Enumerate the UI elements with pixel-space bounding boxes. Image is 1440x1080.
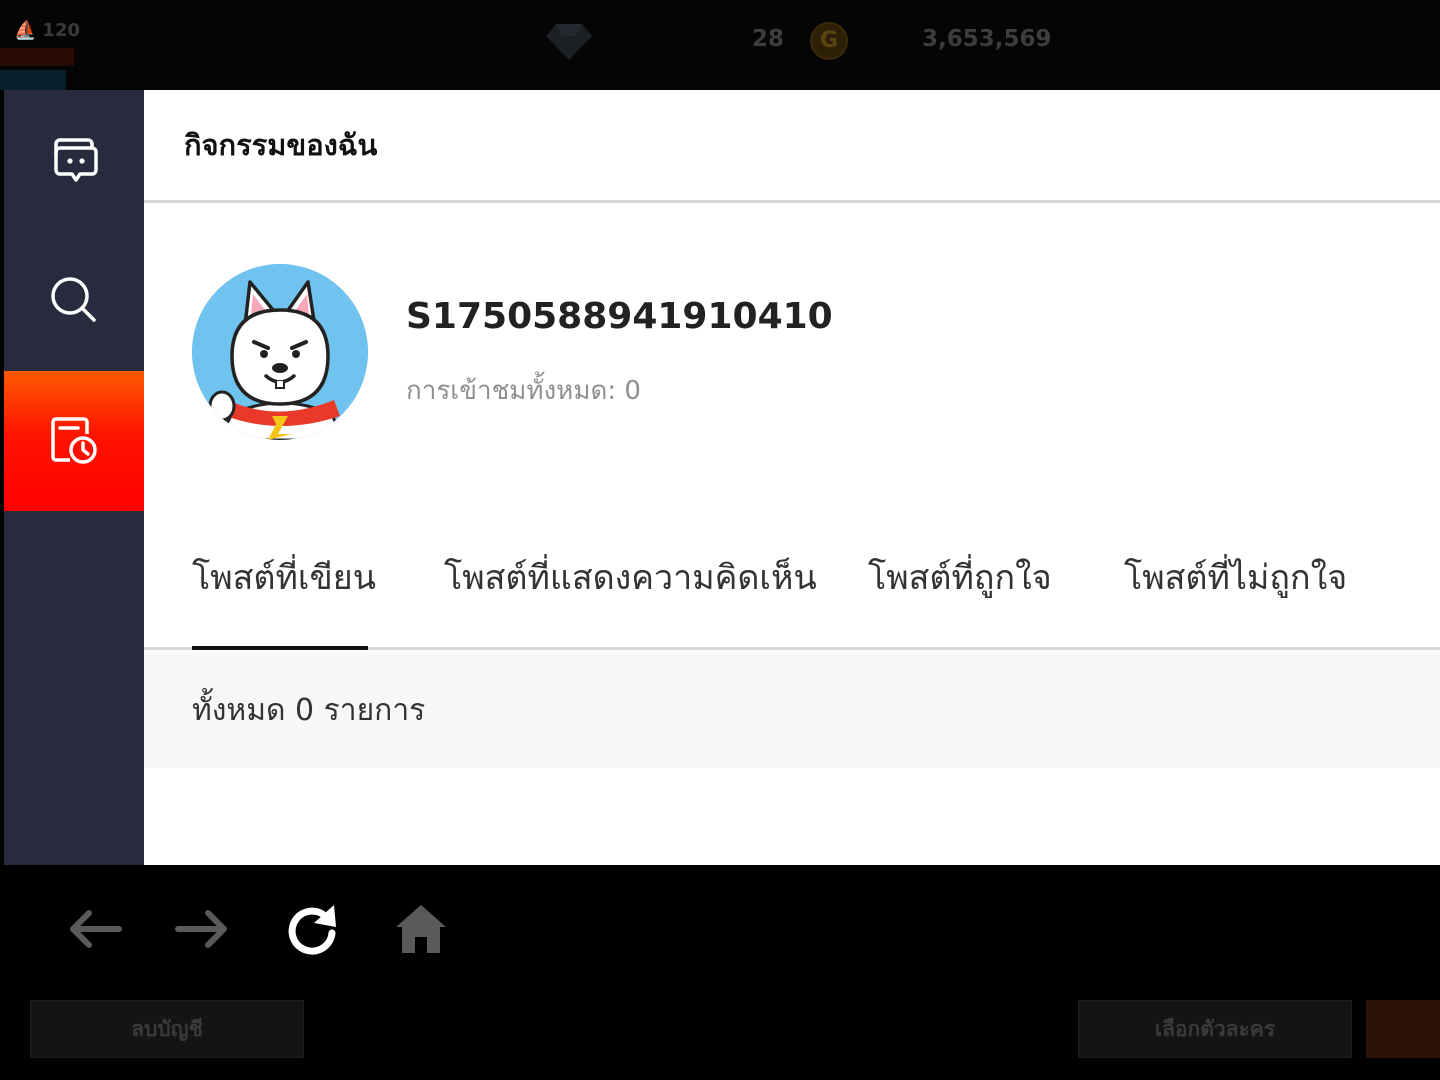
my-activity-panel: กิจกรรมของฉัน S1750588941910410 การเข้าช… bbox=[144, 90, 1440, 865]
mp-bar bbox=[0, 70, 66, 90]
game-hud-top: ⛵ 120 28 G 3,653,569 bbox=[0, 0, 1440, 90]
browser-nav-bar bbox=[0, 865, 1440, 995]
item-count: ทั้งหมด 0 รายการ bbox=[192, 693, 426, 728]
sidebar bbox=[4, 90, 144, 865]
page-title: กิจกรรมของฉัน bbox=[184, 128, 378, 162]
chat-icon bbox=[54, 138, 98, 182]
select-character-button: เลือกตัวละคร bbox=[1078, 1000, 1352, 1058]
refresh-icon bbox=[288, 905, 336, 955]
game-action-button bbox=[1366, 1000, 1440, 1058]
username: S1750588941910410 bbox=[406, 296, 833, 337]
active-tab-indicator bbox=[192, 646, 368, 650]
dog-avatar-icon bbox=[192, 264, 368, 440]
home-icon bbox=[396, 905, 446, 953]
home-button[interactable] bbox=[391, 901, 451, 957]
list-summary: ทั้งหมด 0 รายการ bbox=[144, 653, 1440, 768]
game-hud-bottom: ลบบัญชี เลือกตัวละคร bbox=[0, 995, 1440, 1080]
search-icon bbox=[51, 277, 96, 322]
sidebar-item-search[interactable] bbox=[4, 230, 144, 370]
level-value: 120 bbox=[42, 20, 80, 41]
delete-account-button: ลบบัญชี bbox=[30, 1000, 304, 1058]
hp-bar bbox=[0, 48, 74, 66]
tab-commented-posts[interactable]: โพสต์ที่แสดงความคิดเห็น bbox=[444, 550, 817, 604]
back-arrow-icon bbox=[70, 910, 122, 948]
forward-button[interactable] bbox=[173, 901, 233, 957]
refresh-button[interactable] bbox=[282, 901, 342, 957]
forward-arrow-icon bbox=[175, 910, 227, 948]
level-icon: ⛵ bbox=[14, 20, 37, 41]
sidebar-item-my-activity[interactable] bbox=[4, 371, 144, 511]
tab-disliked-posts[interactable]: โพสต์ที่ไม่ถูกใจ bbox=[1124, 550, 1347, 604]
panel-header: กิจกรรมของฉัน bbox=[144, 90, 1440, 203]
activity-history-icon bbox=[51, 417, 97, 464]
avatar bbox=[192, 264, 368, 440]
game-level: ⛵ 120 bbox=[14, 20, 80, 41]
sidebar-item-chat[interactable] bbox=[4, 90, 144, 230]
gem-count: 28 bbox=[752, 26, 785, 52]
activity-tabs: โพสต์ที่เขียน โพสต์ที่แสดงความคิดเห็น โพ… bbox=[144, 530, 1440, 650]
back-button[interactable] bbox=[64, 901, 124, 957]
gold-count: 3,653,569 bbox=[922, 26, 1052, 52]
tab-written-posts[interactable]: โพสต์ที่เขียน bbox=[192, 550, 376, 604]
gold-coin-icon: G bbox=[810, 22, 848, 60]
total-views: การเข้าชมทั้งหมด: 0 bbox=[406, 376, 641, 406]
gem-icon bbox=[546, 24, 592, 60]
tab-liked-posts[interactable]: โพสต์ที่ถูกใจ bbox=[868, 550, 1052, 604]
